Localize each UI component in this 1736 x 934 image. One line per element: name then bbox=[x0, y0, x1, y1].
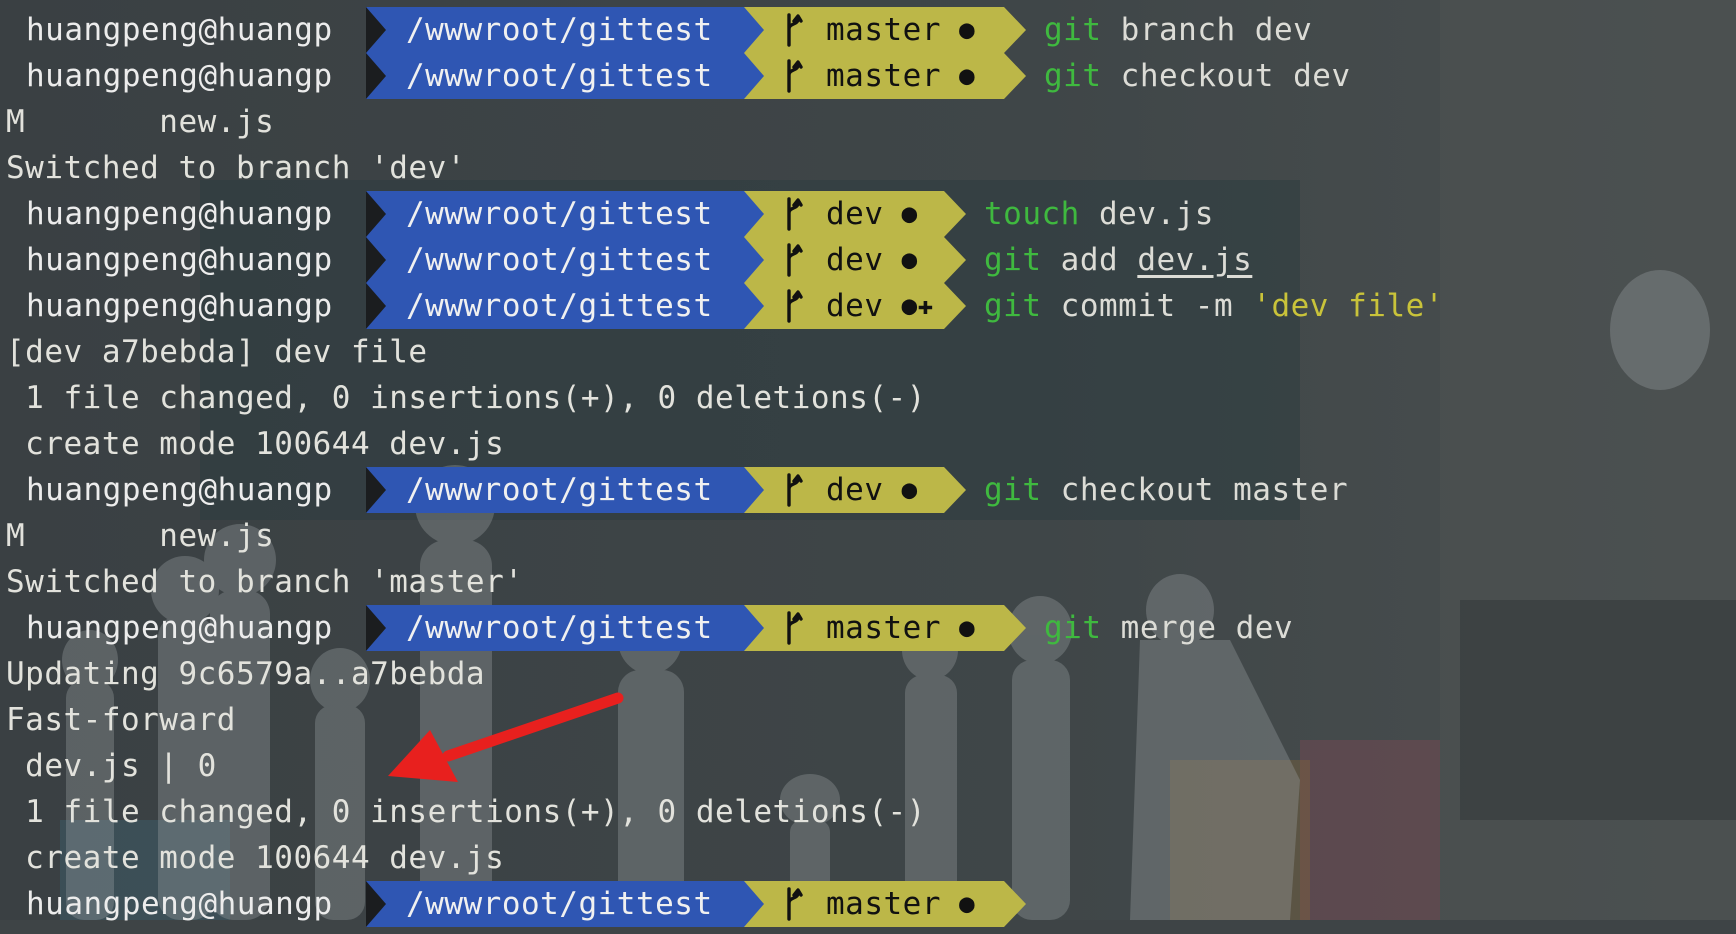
red-arrow-annotation bbox=[388, 692, 624, 782]
